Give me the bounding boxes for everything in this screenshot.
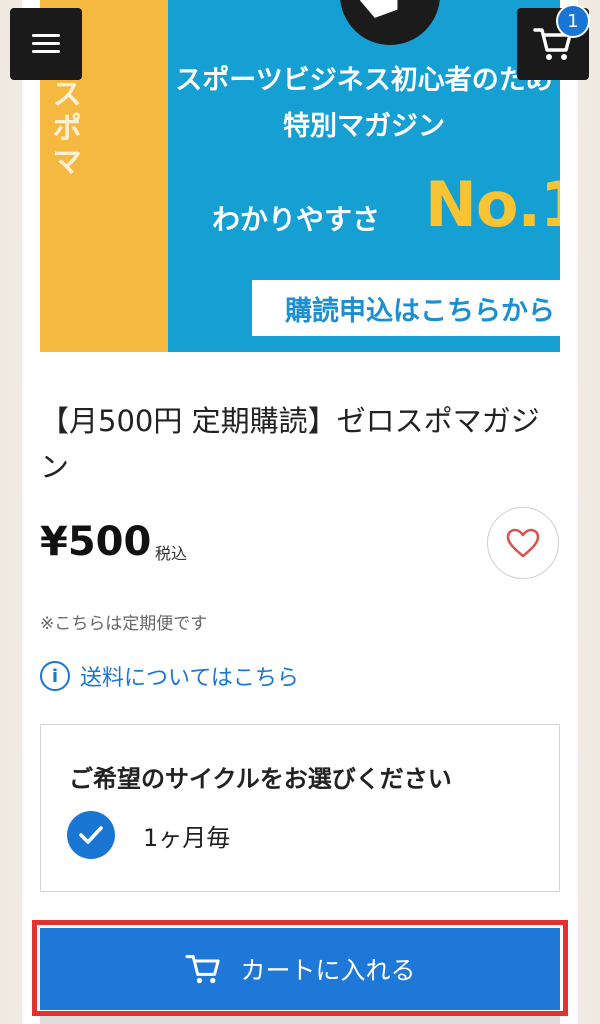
hamburger-menu-icon [32,34,60,54]
cycle-heading: ご希望のサイクルをお選びください [69,765,452,793]
add-to-cart-label: カートに入れる [240,956,416,985]
shipping-link-label: 送料についてはこちら [80,666,299,691]
cycle-selection-box: ご希望のサイクルをお選びください 1ヶ月毎 [40,724,560,892]
menu-button[interactable] [10,8,82,80]
banner-no1-label: No.1 [425,168,560,241]
banner-headline-2: 特別マガジン [283,111,445,142]
magazine-banner[interactable]: ゼロスポマ スポーツビジネス初心者のため 特別マガジン わかりやすさ No.1 … [40,0,560,352]
cart-icon [185,955,221,984]
product-title: 【月500円 定期購読】ゼロスポマガジン [40,404,540,484]
info-icon: i [40,661,70,691]
cycle-option-monthly[interactable]: 1ヶ月毎 [67,811,230,859]
product-price: ¥500 [40,519,152,565]
banner-easy-label: わかりやすさ [212,203,381,236]
cart-count-badge: 1 [556,4,590,38]
heart-icon [506,528,540,558]
banner-subscribe-button[interactable]: 購読申込はこちらから [252,280,560,336]
bottom-divider [40,1016,560,1024]
cycle-option-label: 1ヶ月毎 [143,823,231,852]
favorite-button[interactable] [487,507,559,579]
soccer-ball-icon [340,0,440,45]
check-icon [67,811,115,859]
add-to-cart-button[interactable]: カートに入れる [40,928,560,1010]
subscription-note: ※こちらは定期便です [40,614,208,634]
banner-headline-1: スポーツビジネス初心者のため [175,65,553,96]
tax-label: 税込 [155,544,188,563]
shipping-info-link[interactable]: i 送料についてはこちら [40,660,299,692]
